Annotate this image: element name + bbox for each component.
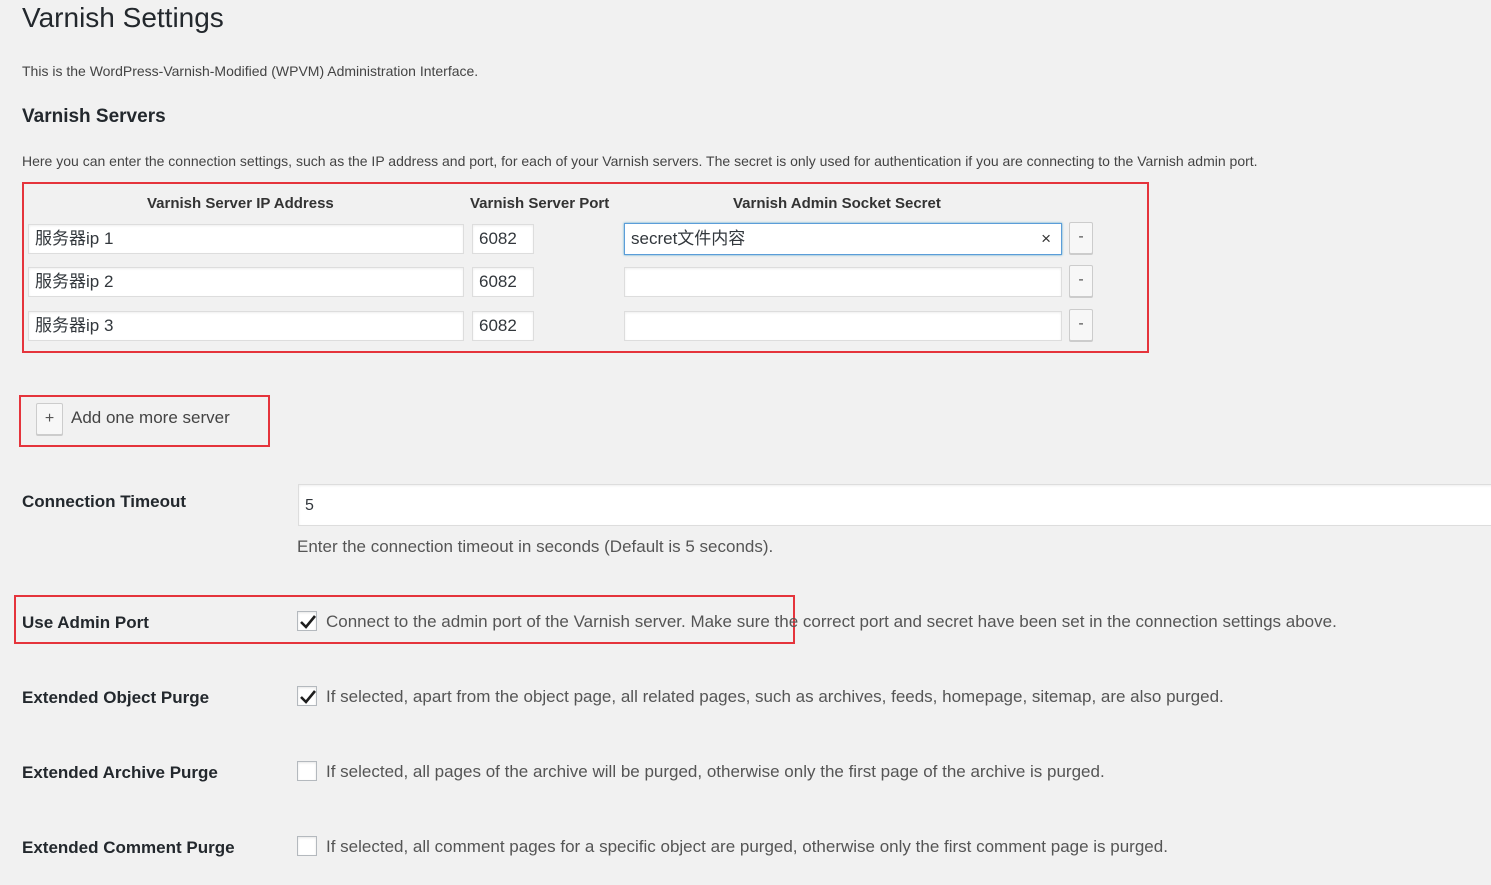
server-ip-input[interactable]: 服务器ip 1 bbox=[28, 224, 464, 254]
clear-icon[interactable]: × bbox=[1041, 224, 1051, 254]
option-text-extended-archive-purge: If selected, all pages of the archive wi… bbox=[326, 762, 1105, 781]
servers-heading: Varnish Servers bbox=[22, 106, 166, 127]
extended-archive-purge-checkbox[interactable] bbox=[297, 761, 317, 781]
timeout-label: Connection Timeout bbox=[22, 492, 187, 511]
column-header-ip: Varnish Server IP Address bbox=[147, 195, 334, 212]
option-label-extended-archive-purge: Extended Archive Purge bbox=[22, 763, 218, 782]
server-ip-input[interactable]: 服务器ip 3 bbox=[28, 311, 464, 341]
option-text-use-admin-port: Connect to the admin port of the Varnish… bbox=[326, 612, 1337, 631]
page-intro: This is the WordPress-Varnish-Modified (… bbox=[22, 63, 479, 79]
remove-server-button[interactable]: - bbox=[1069, 222, 1093, 254]
add-server-label: Add one more server bbox=[71, 408, 230, 427]
use-admin-port-checkbox[interactable] bbox=[297, 611, 317, 631]
extended-comment-purge-checkbox[interactable] bbox=[297, 836, 317, 856]
checkmark-icon bbox=[300, 690, 317, 704]
server-ip-input[interactable]: 服务器ip 2 bbox=[28, 267, 464, 297]
option-text-extended-object-purge: If selected, apart from the object page,… bbox=[326, 687, 1224, 706]
option-label-use-admin-port: Use Admin Port bbox=[22, 613, 149, 632]
server-secret-input[interactable] bbox=[624, 311, 1062, 341]
timeout-note: Enter the connection timeout in seconds … bbox=[297, 537, 774, 556]
server-port-input[interactable]: 6082 bbox=[472, 311, 534, 341]
server-secret-input[interactable]: secret文件内容 × bbox=[624, 223, 1062, 255]
servers-description: Here you can enter the connection settin… bbox=[22, 153, 1258, 169]
option-label-extended-object-purge: Extended Object Purge bbox=[22, 688, 210, 707]
page-title: Varnish Settings bbox=[22, 2, 224, 33]
timeout-input[interactable]: 5 bbox=[298, 484, 1491, 526]
remove-server-button[interactable]: - bbox=[1069, 265, 1093, 297]
server-secret-input[interactable] bbox=[624, 267, 1062, 297]
column-header-secret: Varnish Admin Socket Secret bbox=[733, 195, 941, 212]
extended-object-purge-checkbox[interactable] bbox=[297, 686, 317, 706]
column-header-port: Varnish Server Port bbox=[470, 195, 610, 212]
server-secret-value: secret文件内容 bbox=[631, 229, 746, 248]
add-server-button[interactable]: + bbox=[36, 403, 63, 435]
checkmark-icon bbox=[300, 615, 317, 629]
server-port-input[interactable]: 6082 bbox=[472, 267, 534, 297]
server-port-input[interactable]: 6082 bbox=[472, 224, 534, 254]
remove-server-button[interactable]: - bbox=[1069, 309, 1093, 341]
option-label-extended-comment-purge: Extended Comment Purge bbox=[22, 838, 235, 857]
option-text-extended-comment-purge: If selected, all comment pages for a spe… bbox=[326, 837, 1168, 856]
